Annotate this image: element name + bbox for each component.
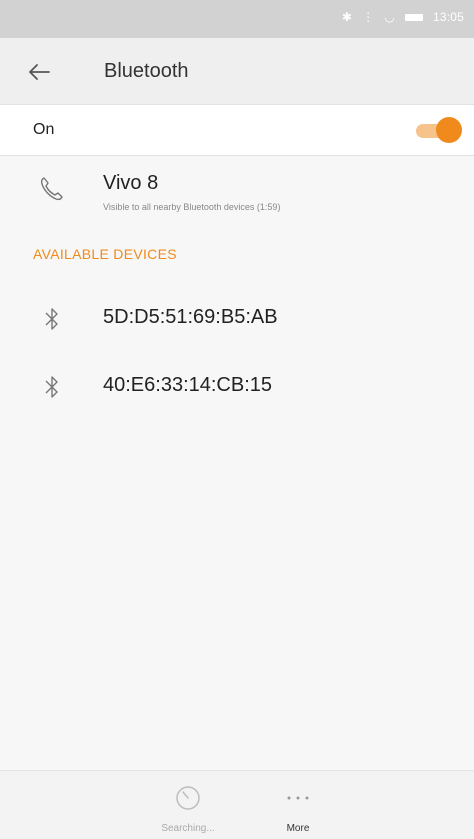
title-bar: Bluetooth <box>0 38 474 105</box>
arrow-left-icon <box>29 64 50 80</box>
list-item[interactable]: 5D:D5:51:69:B5:AB <box>0 286 474 354</box>
bluetooth-icon <box>45 376 58 398</box>
screen: ✱ ⋮ ◡ 13:05 Bluetooth On Vivo 8 Visible … <box>0 0 474 839</box>
available-devices-header: AVAILABLE DEVICES <box>33 246 177 262</box>
bluetooth-icon <box>45 308 58 330</box>
searching-label: Searching... <box>161 823 215 834</box>
battery-icon <box>404 13 423 21</box>
vibrate-icon: ⋮ <box>362 10 375 24</box>
status-bar: ✱ ⋮ ◡ 13:05 <box>0 0 474 38</box>
device-address: 40:E6:33:14:CB:15 <box>103 374 273 396</box>
toggle-label: On <box>33 121 55 138</box>
device-name: Vivo 8 <box>103 172 159 194</box>
page-title: Bluetooth <box>104 60 189 82</box>
visibility-subtitle: Visible to all nearby Bluetooth devices … <box>103 202 281 212</box>
status-icons: ✱ ⋮ ◡ 13:05 <box>342 10 464 24</box>
list-item[interactable]: 40:E6:33:14:CB:15 <box>0 354 474 422</box>
switch-thumb <box>436 117 462 143</box>
bluetooth-toggle-row[interactable]: On <box>0 105 474 156</box>
wifi-icon: ◡ <box>384 10 395 24</box>
status-time: 13:05 <box>432 10 464 24</box>
bottom-bar: Searching... More <box>0 770 474 839</box>
searching-button[interactable]: Searching... <box>138 783 238 834</box>
phone-icon <box>40 177 63 201</box>
more-button[interactable]: More <box>248 783 348 834</box>
bluetooth-switch[interactable] <box>412 117 462 143</box>
more-label: More <box>286 823 310 834</box>
bluetooth-icon: ✱ <box>341 10 353 24</box>
back-button[interactable] <box>23 56 55 88</box>
more-dots-icon <box>287 796 309 800</box>
searching-spinner-icon <box>176 786 200 810</box>
this-device-row[interactable]: Vivo 8 Visible to all nearby Bluetooth d… <box>0 156 474 226</box>
device-address: 5D:D5:51:69:B5:AB <box>103 306 278 328</box>
